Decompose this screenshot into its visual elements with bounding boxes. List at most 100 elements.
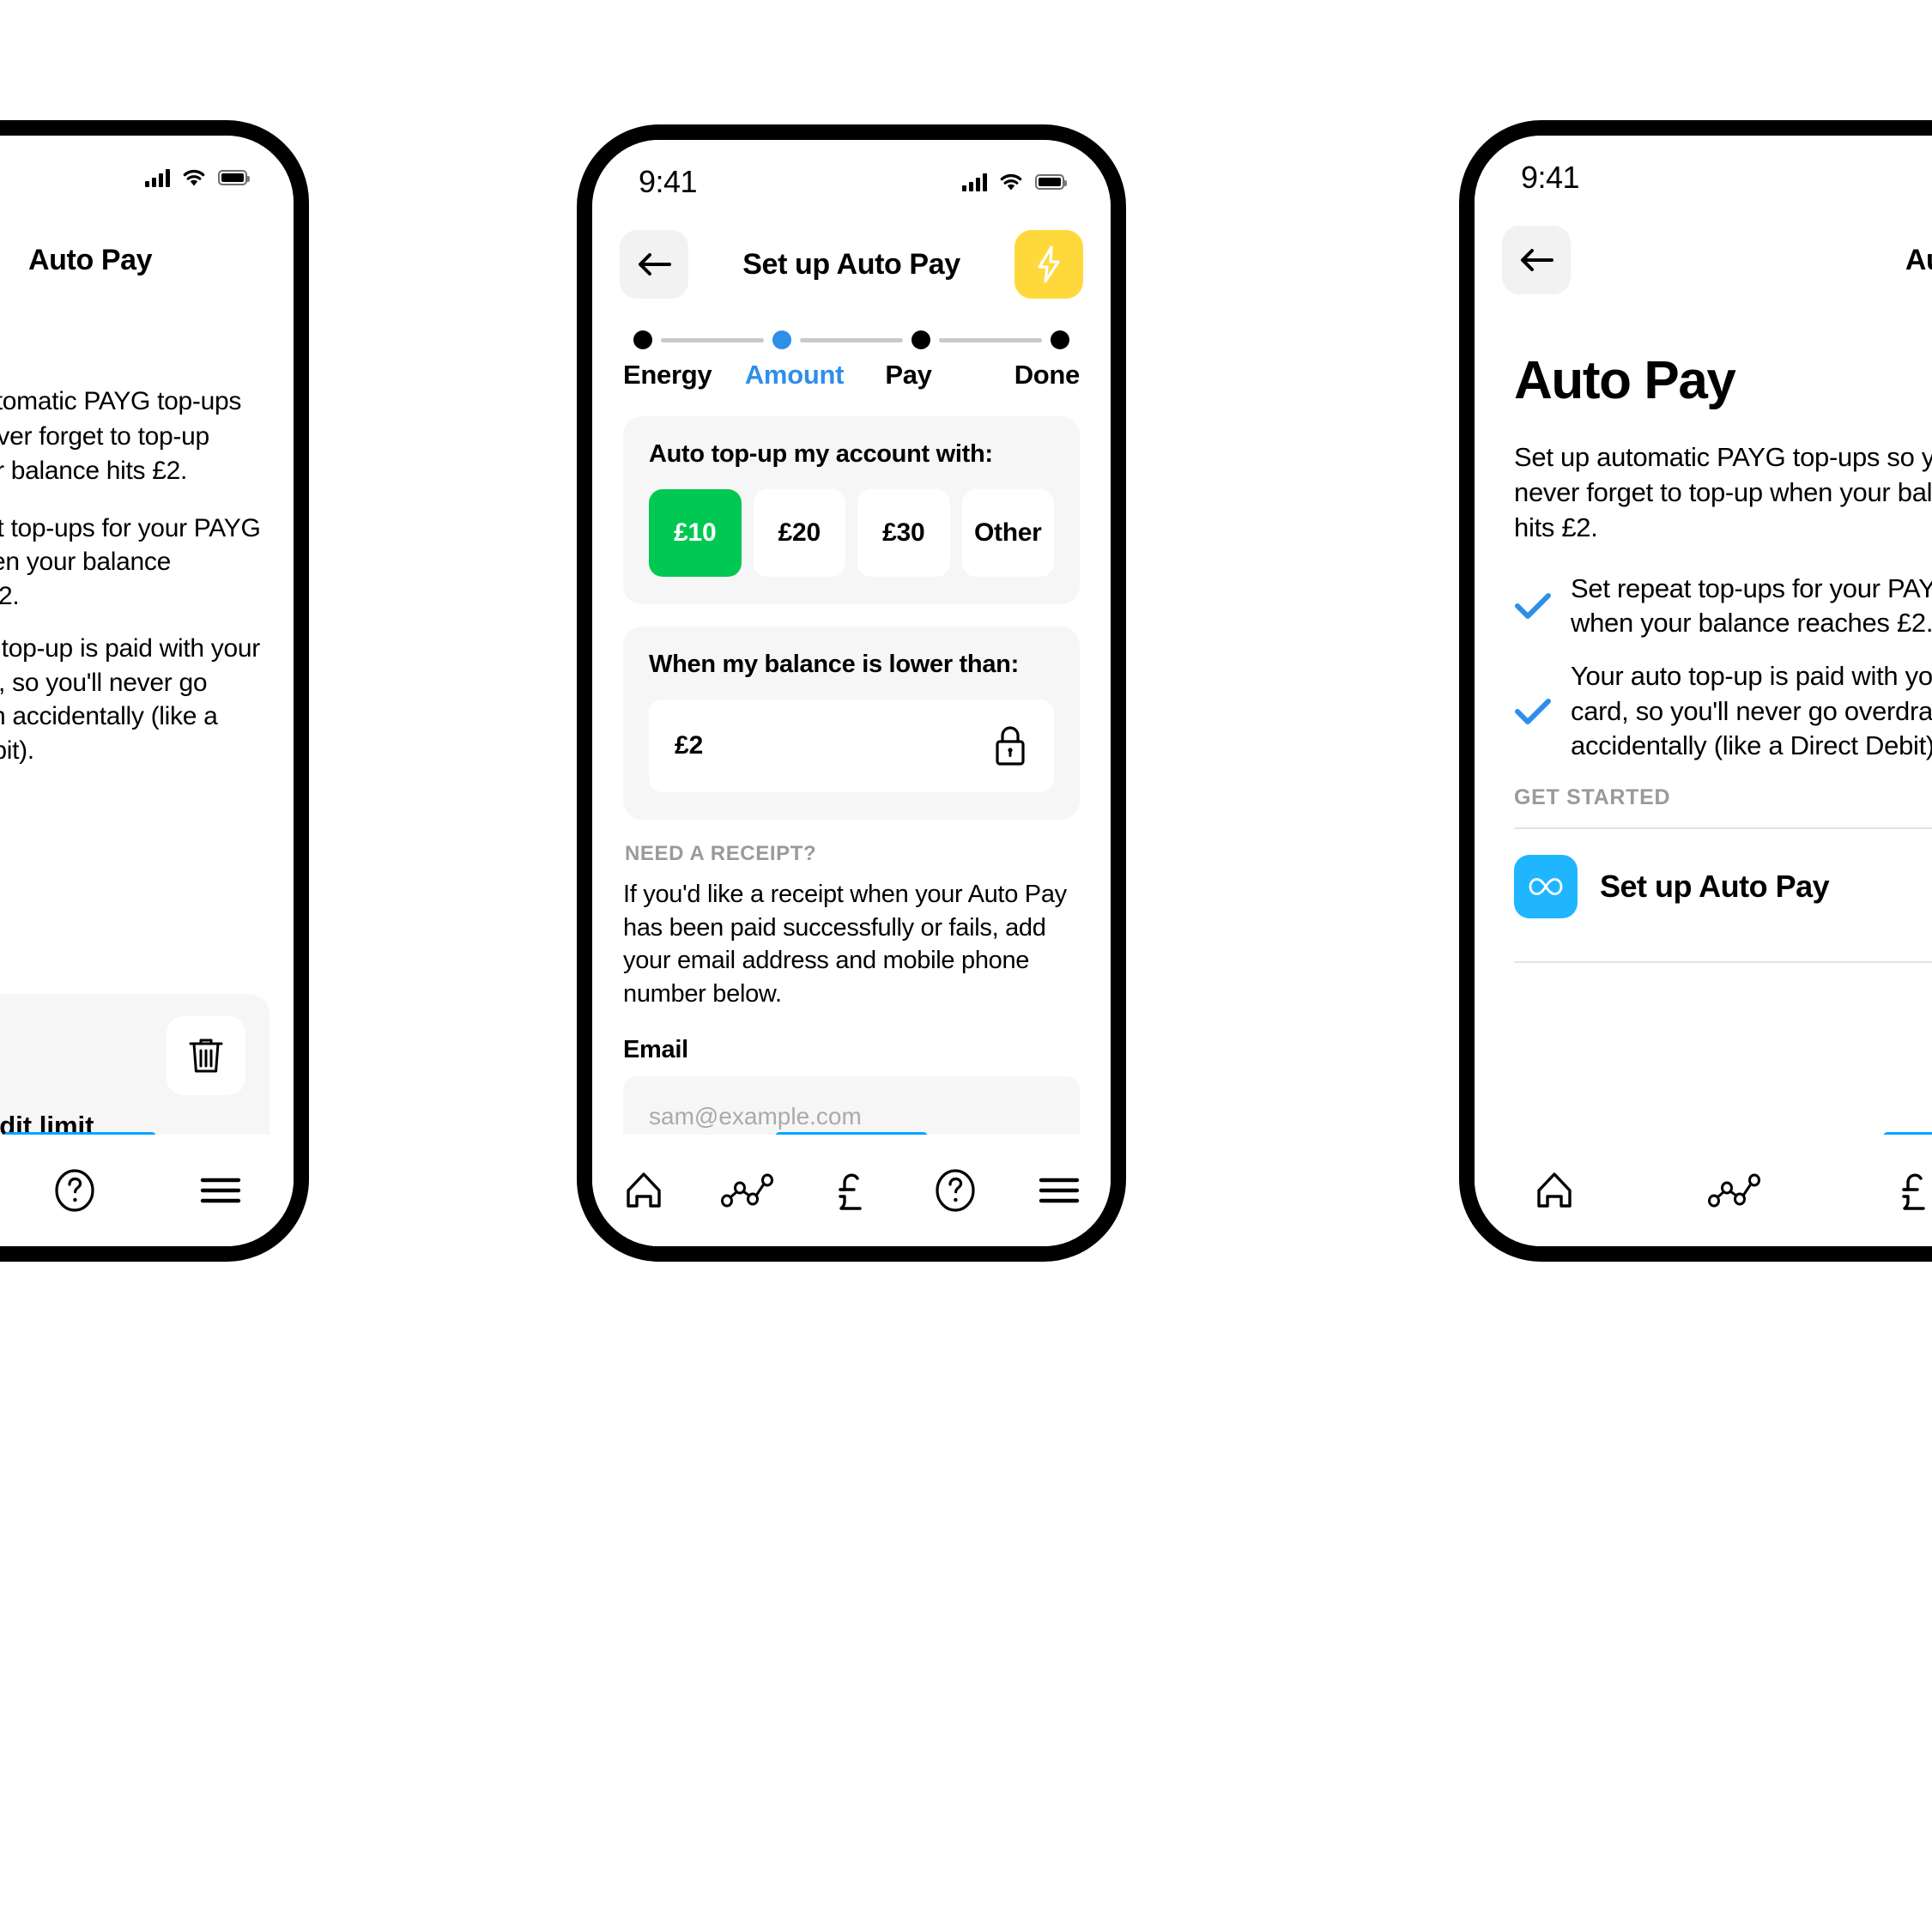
intro-paragraph: Set up automatic PAYG top-ups so you nev… (0, 387, 242, 485)
stepper-dot-energy[interactable] (633, 330, 652, 349)
tab-bar-left (0, 1135, 294, 1246)
balance-threshold-card: When my balance is lower than: £2 (623, 627, 1080, 820)
list-item: Set repeat top-ups for your PAYG meter w… (0, 513, 261, 610)
setup-auto-pay-label: Set up Auto Pay (1600, 869, 1830, 905)
phone-left: Auto Pay Set up automatic PAYG top-ups s… (0, 120, 309, 1262)
topup-amount-title: Auto top-up my account with: (649, 440, 993, 468)
trash-icon (186, 1035, 226, 1076)
section-label: GET STARTED (1514, 785, 1671, 810)
tab-menu[interactable] (182, 1152, 259, 1229)
screenshot-canvas: Auto Pay Set up automatic PAYG top-ups s… (0, 0, 1932, 1932)
help-icon (52, 1166, 97, 1214)
topup-amount-card: Auto top-up my account with: £10 £20 £30… (623, 416, 1080, 604)
right-content: Auto Pay Set up automatic PAYG top-ups s… (1475, 350, 1932, 964)
tab-bar-right (1475, 1135, 1932, 1246)
benefits-list: Set repeat top-ups for your PAYG meter w… (1514, 572, 1932, 763)
status-bar-right: 9:41 (1475, 136, 1932, 204)
amount-option-30[interactable]: £30 (857, 489, 950, 577)
phone-center: 9:41 Set up Auto Pay Energy Amount Pay D… (577, 124, 1126, 1262)
pound-icon (1893, 1167, 1932, 1214)
cellular-signal-icon (962, 173, 987, 191)
wifi-icon (182, 168, 206, 187)
stepper-labels: Energy Amount Pay Done (623, 360, 1080, 391)
tab-help[interactable] (917, 1152, 994, 1229)
tab-payments[interactable] (1876, 1152, 1932, 1229)
check-icon (1514, 591, 1552, 621)
battery-icon (218, 170, 250, 185)
amount-option-20[interactable]: £20 (753, 489, 845, 577)
stepper-dot-pay[interactable] (911, 330, 930, 349)
tab-menu[interactable] (1021, 1152, 1098, 1229)
menu-icon (1038, 1175, 1081, 1206)
tab-home[interactable] (1516, 1152, 1593, 1229)
tab-usage[interactable] (709, 1152, 786, 1229)
tab-payments[interactable] (813, 1152, 890, 1229)
infinity-icon (1514, 855, 1578, 919)
email-label: Email (623, 1036, 688, 1064)
usage-chart-icon (721, 1172, 774, 1209)
stepper-label-pay: Pay (885, 360, 932, 390)
page-title: Auto Pay (1905, 243, 1932, 276)
help-icon (933, 1166, 978, 1214)
list-item-label: Set repeat top-ups for your PAYG meter w… (1571, 572, 1932, 639)
balance-threshold-field[interactable]: £2 (649, 700, 1054, 792)
usage-chart-icon (1708, 1172, 1761, 1209)
center-content: Auto top-up my account with: £10 £20 £30… (592, 416, 1111, 1246)
progress-stepper: Energy Amount Pay Done (623, 330, 1080, 391)
status-time: 9:41 (639, 164, 698, 199)
status-icons (962, 173, 1067, 191)
setup-auto-pay-row[interactable]: Set up Auto Pay (1514, 829, 1932, 944)
nav-bar-center: Set up Auto Pay (592, 209, 1111, 320)
page-heading: Auto Pay (1514, 351, 1736, 410)
pound-icon (830, 1167, 873, 1214)
stepper-segment (661, 337, 764, 342)
stepper-dot-done[interactable] (1051, 330, 1069, 349)
stepper-label-done: Done (1014, 360, 1081, 390)
balance-threshold-title: When my balance is lower than: (649, 651, 1019, 678)
home-icon (621, 1168, 666, 1213)
balance-threshold-value: £2 (675, 731, 704, 760)
nav-bar-right: Auto Pay (1475, 204, 1932, 316)
home-icon (1532, 1168, 1577, 1213)
back-button[interactable] (1502, 226, 1571, 294)
stepper-label-energy: Energy (623, 360, 712, 390)
status-time: 9:41 (1521, 160, 1580, 195)
status-bar-center: 9:41 (592, 140, 1111, 209)
battery-icon (1035, 174, 1067, 190)
lightning-bolt-icon (1033, 244, 1064, 285)
amount-option-other[interactable]: Other (961, 489, 1054, 577)
receipt-eyebrow: NEED A RECEIPT? (625, 842, 817, 865)
page-title: Auto Pay (28, 243, 153, 276)
status-icons (145, 168, 250, 187)
stepper-dot-amount[interactable] (772, 330, 791, 349)
amount-options: £10 £20 £30 Other (649, 489, 1054, 577)
amount-option-10[interactable]: £10 (649, 489, 742, 577)
arrow-left-icon (635, 250, 673, 279)
divider (1514, 961, 1932, 964)
tab-help[interactable] (36, 1152, 113, 1229)
stepper-segment (939, 337, 1042, 342)
menu-icon (199, 1175, 242, 1206)
page-title: Set up Auto Pay (742, 247, 960, 281)
phone-center-screen: 9:41 Set up Auto Pay Energy Amount Pay D… (592, 140, 1111, 1246)
phone-right: 9:41 Auto Pay Auto Pay Set up automatic … (1459, 120, 1932, 1262)
back-button[interactable] (620, 230, 688, 299)
nav-bar-left: Auto Pay (0, 204, 294, 316)
list-item-label: Your auto top-up is paid with your bank … (1571, 661, 1932, 760)
list-item: Your auto top-up is paid with your bank … (0, 634, 260, 766)
benefits-list: Set repeat top-ups for your PAYG meter w… (0, 512, 263, 768)
check-icon (1514, 697, 1552, 726)
receipt-description: If you'd like a receipt when your Auto P… (623, 881, 1067, 1008)
lock-icon (992, 724, 1028, 768)
status-bar-left (0, 136, 294, 204)
wifi-icon (999, 173, 1023, 191)
phone-left-screen: Auto Pay Set up automatic PAYG top-ups s… (0, 136, 294, 1246)
delete-button[interactable] (167, 1016, 245, 1095)
cellular-signal-icon (145, 168, 170, 187)
intro-paragraph: Set up automatic PAYG top-ups so you nev… (1514, 442, 1932, 542)
tab-usage[interactable] (1696, 1152, 1773, 1229)
tab-home[interactable] (605, 1152, 682, 1229)
stepper-segment (800, 337, 903, 342)
stepper-label-amount: Amount (744, 360, 845, 390)
quick-action-button[interactable] (1014, 230, 1083, 299)
